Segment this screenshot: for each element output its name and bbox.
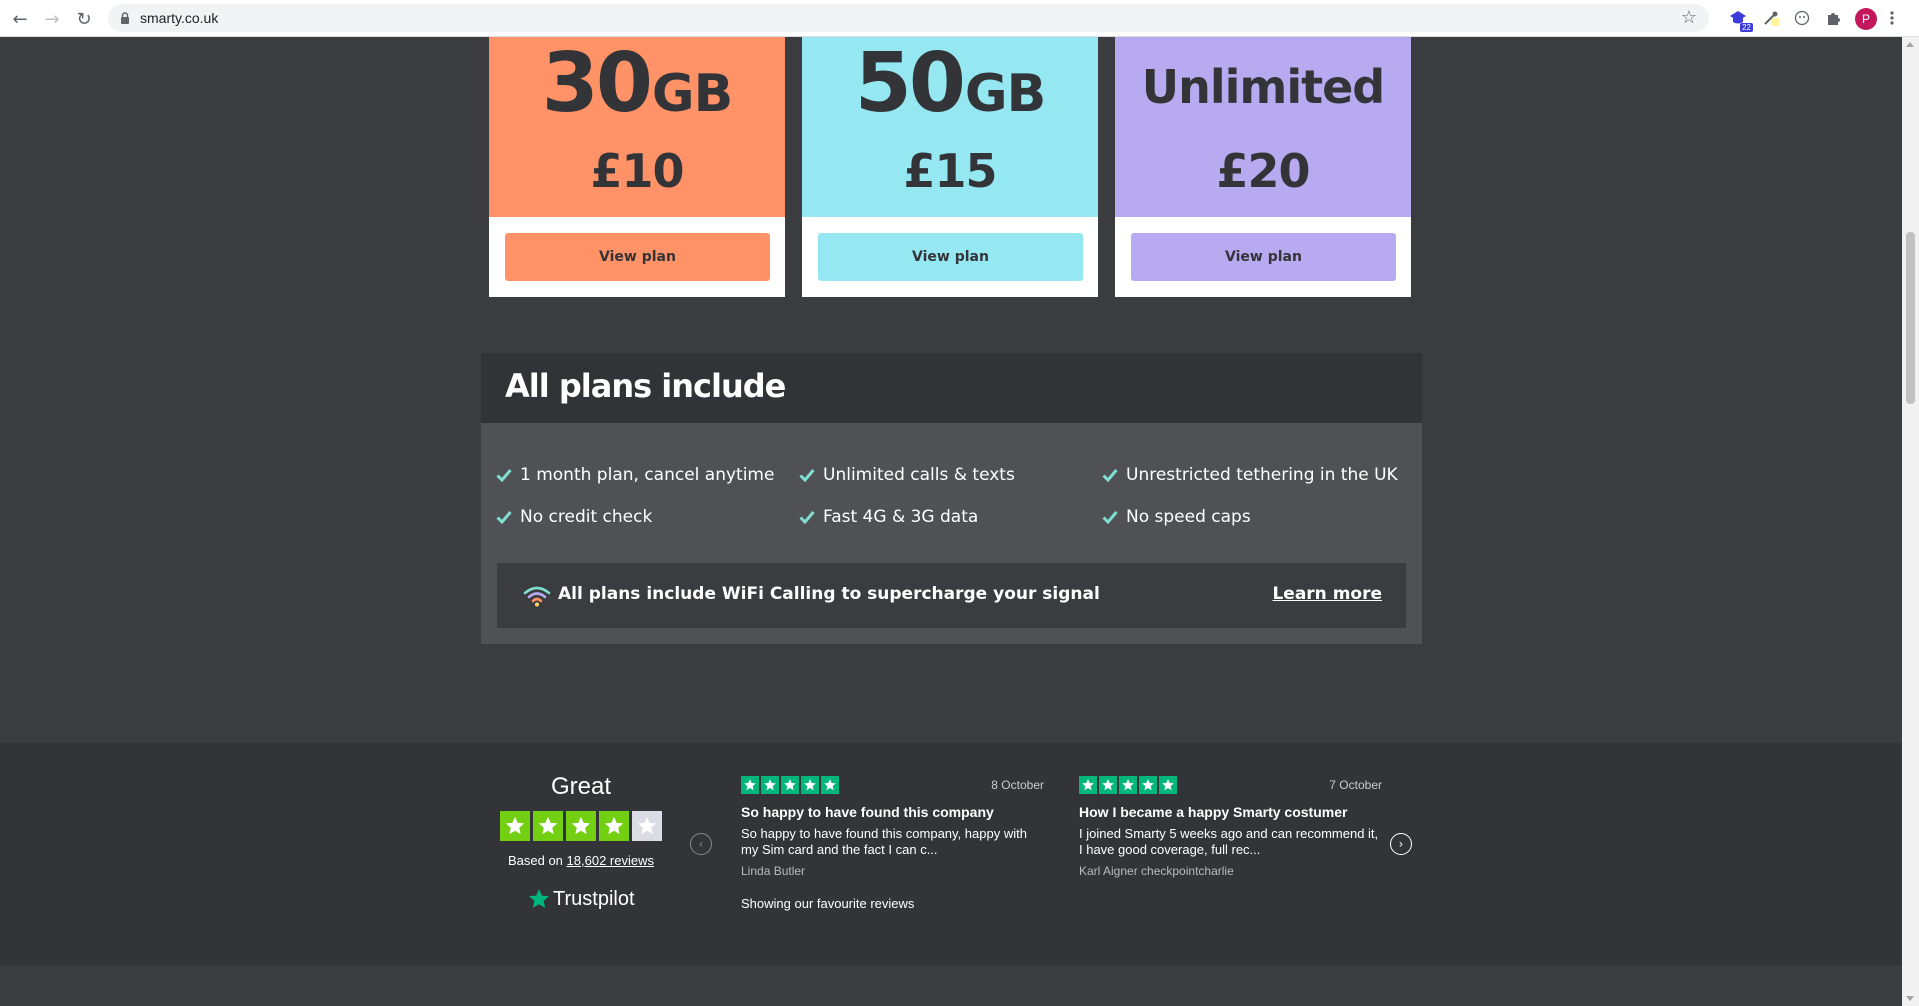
review-author: Linda Butler: [741, 864, 806, 878]
trustpilot-logo[interactable]: Trustpilot: [527, 887, 635, 911]
plan-data-amount: 50GB: [854, 36, 1046, 131]
all-plans-include-panel: 1 month plan, cancel anytime Unlimited c…: [481, 423, 1422, 644]
view-plan-button[interactable]: View plan: [818, 233, 1083, 281]
plan-card-30gb: 30GB £10 View plan: [489, 37, 785, 297]
review-body: I joined Smarty 5 weeks ago and can reco…: [1079, 826, 1379, 857]
all-plans-include-header: All plans include: [481, 353, 1422, 423]
star-icon: [821, 776, 839, 794]
review-date: 8 October: [991, 778, 1044, 792]
bookmark-star-icon[interactable]: ☆: [1681, 7, 1697, 28]
carousel-next-button[interactable]: ›: [1390, 833, 1412, 855]
star-icon: [1099, 776, 1117, 794]
review-card[interactable]: 8 October So happy to have found this co…: [741, 776, 1044, 878]
extension-badge: 22: [1740, 23, 1753, 32]
view-plan-button[interactable]: View plan: [505, 233, 770, 281]
star-icon: [1079, 776, 1097, 794]
reviews-link[interactable]: 18,602 reviews: [567, 853, 654, 868]
feature-item: Fast 4G & 3G data: [799, 507, 978, 527]
star-icon: [761, 776, 779, 794]
star-icon: [1139, 776, 1157, 794]
star-icon: [500, 811, 530, 841]
star-icon: [801, 776, 819, 794]
star-icon: [533, 811, 563, 841]
plan-price: £15: [903, 144, 997, 198]
check-icon: [496, 469, 512, 482]
page-footer-band: [0, 965, 1902, 1006]
wifi-calling-text: All plans include WiFi Calling to superc…: [558, 584, 1100, 604]
check-icon: [799, 469, 815, 482]
browser-toolbar: ← → ↻ smarty.co.uk ☆ 22 P: [0, 0, 1919, 37]
carousel-prev-button[interactable]: ‹: [690, 833, 712, 855]
plan-card-header: 30GB £10: [489, 37, 785, 217]
page-scrollbar[interactable]: [1902, 37, 1919, 1006]
star-icon: [599, 811, 629, 841]
star-icon: [781, 776, 799, 794]
feature-item: Unrestricted tethering in the UK: [1102, 465, 1398, 485]
face-extension-icon[interactable]: [1792, 8, 1812, 28]
profile-avatar[interactable]: P: [1855, 8, 1877, 30]
trustpilot-star-icon: [529, 889, 549, 908]
feature-label: No credit check: [520, 507, 653, 527]
star-icon: [1119, 776, 1137, 794]
feature-item: No credit check: [496, 507, 652, 527]
wifi-calling-banner: All plans include WiFi Calling to superc…: [497, 563, 1406, 628]
scrollbar-thumb[interactable]: [1906, 232, 1915, 404]
learn-more-link[interactable]: Learn more: [1272, 584, 1382, 604]
star-icon: [741, 776, 759, 794]
scroll-down-icon[interactable]: [1906, 996, 1914, 1001]
feature-label: Unrestricted tethering in the UK: [1126, 465, 1398, 485]
feature-item: No speed caps: [1102, 507, 1251, 527]
feature-item: Unlimited calls & texts: [799, 465, 1015, 485]
plan-price: £10: [590, 144, 684, 198]
plan-data-amount: 30GB: [541, 36, 733, 131]
wifi-icon: [523, 586, 551, 607]
favourite-reviews-note: Showing our favourite reviews: [741, 896, 915, 911]
plan-card-header: Unlimited £20: [1115, 37, 1411, 217]
trustpilot-rating-stars: [500, 811, 662, 841]
trustpilot-rating-word: Great: [550, 773, 612, 800]
review-card[interactable]: 7 October How I became a happy Smarty co…: [1079, 776, 1382, 878]
reload-icon[interactable]: ↻: [72, 7, 96, 31]
lock-icon: [121, 12, 129, 24]
check-icon: [1102, 469, 1118, 482]
feature-label: No speed caps: [1126, 507, 1251, 527]
plan-card-header: 50GB £15: [802, 37, 1098, 217]
review-body: So happy to have found this company, hap…: [741, 826, 1027, 857]
trustpilot-widget: Great Based on 18,602 reviews Trustpilot…: [0, 743, 1902, 965]
review-date: 7 October: [1329, 778, 1382, 792]
feature-label: Unlimited calls & texts: [823, 465, 1015, 485]
review-title: How I became a happy Smarty costumer: [1079, 804, 1348, 820]
address-bar[interactable]: smarty.co.uk ☆: [108, 4, 1709, 32]
star-icon: [566, 811, 596, 841]
plan-card-unlimited: Unlimited £20 View plan: [1115, 37, 1411, 297]
feature-label: Fast 4G & 3G data: [823, 507, 979, 527]
puzzle-icon[interactable]: [1823, 8, 1843, 28]
star-icon: [1159, 776, 1177, 794]
forward-icon[interactable]: →: [40, 7, 64, 31]
url-text: smarty.co.uk: [140, 10, 219, 26]
review-title: So happy to have found this company: [741, 804, 994, 820]
review-author: Karl Aigner checkpointcharlie: [1079, 864, 1234, 878]
view-plan-button[interactable]: View plan: [1131, 233, 1396, 281]
check-icon: [1102, 511, 1118, 524]
check-icon: [496, 511, 512, 524]
extension-icon[interactable]: 22: [1728, 8, 1753, 32]
star-empty-icon: [632, 811, 662, 841]
feature-label: 1 month plan, cancel anytime: [520, 465, 775, 485]
feature-item: 1 month plan, cancel anytime: [496, 465, 774, 485]
plan-price: £20: [1216, 144, 1310, 198]
trustpilot-review-count: Based on 18,602 reviews: [507, 853, 654, 868]
eyedropper-extension-icon[interactable]: [1761, 8, 1781, 28]
plan-card-50gb: 50GB £15 View plan: [802, 37, 1098, 297]
scroll-up-icon[interactable]: [1906, 42, 1914, 47]
check-icon: [799, 511, 815, 524]
back-icon[interactable]: ←: [8, 7, 32, 31]
all-plans-include-title: All plans include: [505, 367, 786, 405]
menu-icon[interactable]: [1886, 8, 1898, 28]
plan-data-amount: Unlimited: [1141, 60, 1385, 114]
